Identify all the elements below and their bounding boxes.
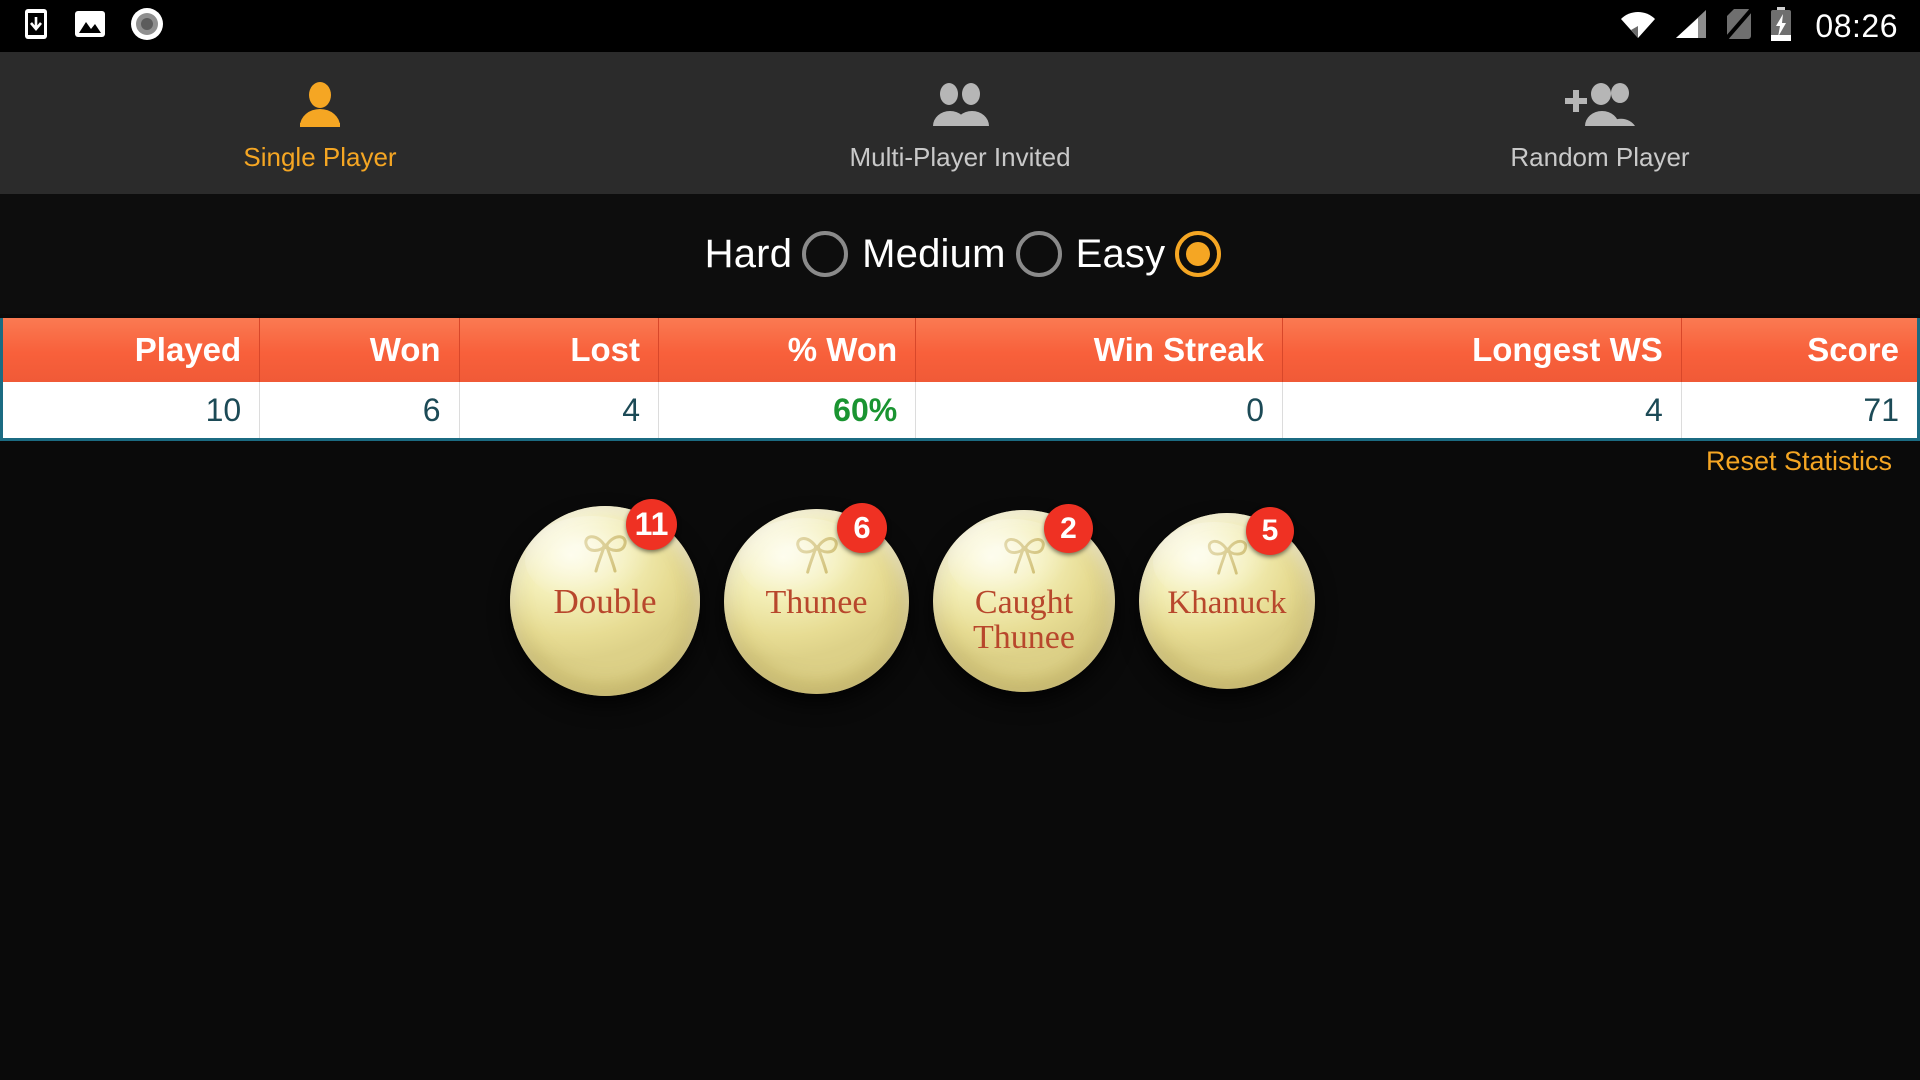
achievement-badges: Double 11 Thunee 6 Caught Thunee 2 Khanuck 5: [510, 499, 1315, 696]
statistics-table: Played Won Lost% Won Win Streak Longest WS Sc…: [0, 318, 1920, 441]
difficulty-option-medium[interactable]: Medium: [852, 231, 1065, 277]
statistics-table-header-row: Played Won Lost% Won Win Streak Longest WS Sc…: [3, 318, 1917, 382]
tab-random-player-label: Random Player: [1510, 141, 1690, 172]
difficulty-radio-group: Hard Medium Easy: [0, 194, 1920, 314]
ribbon-bow-icon: [583, 534, 627, 573]
statistics-header-cell: Played: [3, 318, 261, 382]
tab-random-player[interactable]: Random Player: [1280, 52, 1920, 194]
badge-count: 11: [626, 499, 677, 550]
record-circle-icon: [130, 7, 164, 46]
status-bar-clock: 08:26: [1815, 7, 1898, 44]
badge-bow: [1201, 536, 1254, 580]
difficulty-radio-medium[interactable]: [1015, 231, 1062, 277]
badge-count: 2: [1044, 504, 1093, 553]
install-app-icon: [22, 8, 50, 45]
badge-count: 5: [1246, 507, 1294, 555]
statistics-header-cell: Longest WS: [1283, 318, 1682, 382]
difficulty-selector-row: Hard Medium Easy Reset Statistics: [0, 194, 1920, 476]
statistics-value-cell: 60%: [659, 382, 917, 438]
difficulty-radio-hard[interactable]: [802, 231, 849, 277]
statistics-value-cell: 4: [460, 382, 659, 438]
statistics-value-cell: 4: [1283, 382, 1682, 438]
ribbon-bow-icon: [1207, 539, 1247, 575]
statistics-table-body-row: 10 6 4 60% 0 4 71: [3, 382, 1917, 438]
badge-label: Caught Thunee: [973, 583, 1075, 657]
badge-count: 6: [837, 502, 887, 553]
two-people-icon: [929, 80, 991, 132]
difficulty-option-medium-label: Medium: [862, 231, 1006, 276]
badge-label: Khanuck: [1167, 584, 1287, 621]
statistics-value-cell: 71: [1863, 391, 1899, 428]
statistics-header-cell: % Won: [659, 318, 917, 382]
status-bar-right-icons: 08:26: [1619, 6, 1920, 46]
status-bar: 08:26: [0, 0, 1920, 52]
difficulty-radio-easy[interactable]: [1175, 231, 1222, 277]
status-bar-left-icons: [0, 7, 164, 46]
battery-charging-icon: [1770, 6, 1792, 46]
statistics-header-cell: Lost: [460, 318, 659, 382]
statistics-value-cell: 0: [916, 382, 1284, 438]
image-icon: [74, 8, 106, 45]
statistics-header-cell: Won: [260, 318, 460, 382]
badge-bow: [789, 533, 845, 579]
badge-label: Double: [553, 581, 657, 621]
badge-label: Thunee: [765, 583, 868, 621]
person-add-icon: [1563, 80, 1637, 132]
reset-statistics-button[interactable]: Reset Statistics: [1706, 446, 1892, 477]
tab-multi-player-invited[interactable]: Multi-Player Invited: [640, 52, 1280, 194]
achievement-badge[interactable]: Double 11: [510, 499, 700, 696]
badge-bow: [577, 531, 634, 578]
statistics-value-cell: 6: [260, 382, 460, 438]
ribbon-bow-icon: [1003, 537, 1045, 574]
statistics-value-cell: 10: [3, 382, 261, 438]
difficulty-option-easy[interactable]: Easy: [1066, 231, 1226, 277]
badge-bow: [997, 534, 1052, 579]
tab-single-player[interactable]: Single Player: [0, 52, 640, 194]
statistics-header-cell: Score: [1807, 331, 1899, 368]
difficulty-option-hard[interactable]: Hard: [695, 231, 853, 277]
difficulty-option-hard-label: Hard: [704, 231, 793, 276]
achievement-badge[interactable]: Caught Thunee 2: [933, 504, 1115, 692]
tab-multi-player-invited-label: Multi-Player Invited: [849, 141, 1071, 172]
wifi-icon: [1619, 8, 1657, 45]
tab-single-player-label: Single Player: [243, 141, 397, 172]
cellular-signal-icon: [1674, 8, 1708, 45]
statistics-header-cell: Win Streak: [916, 318, 1284, 382]
difficulty-option-easy-label: Easy: [1075, 231, 1166, 276]
ribbon-bow-icon: [795, 536, 838, 574]
no-sim-icon: [1724, 7, 1754, 45]
achievement-badge[interactable]: Thunee 6: [724, 502, 909, 694]
achievement-badge[interactable]: Khanuck 5: [1139, 507, 1315, 689]
mode-tab-bar: Single Player Multi-Player Invited Rando: [0, 52, 1920, 194]
single-person-icon: [294, 80, 346, 132]
